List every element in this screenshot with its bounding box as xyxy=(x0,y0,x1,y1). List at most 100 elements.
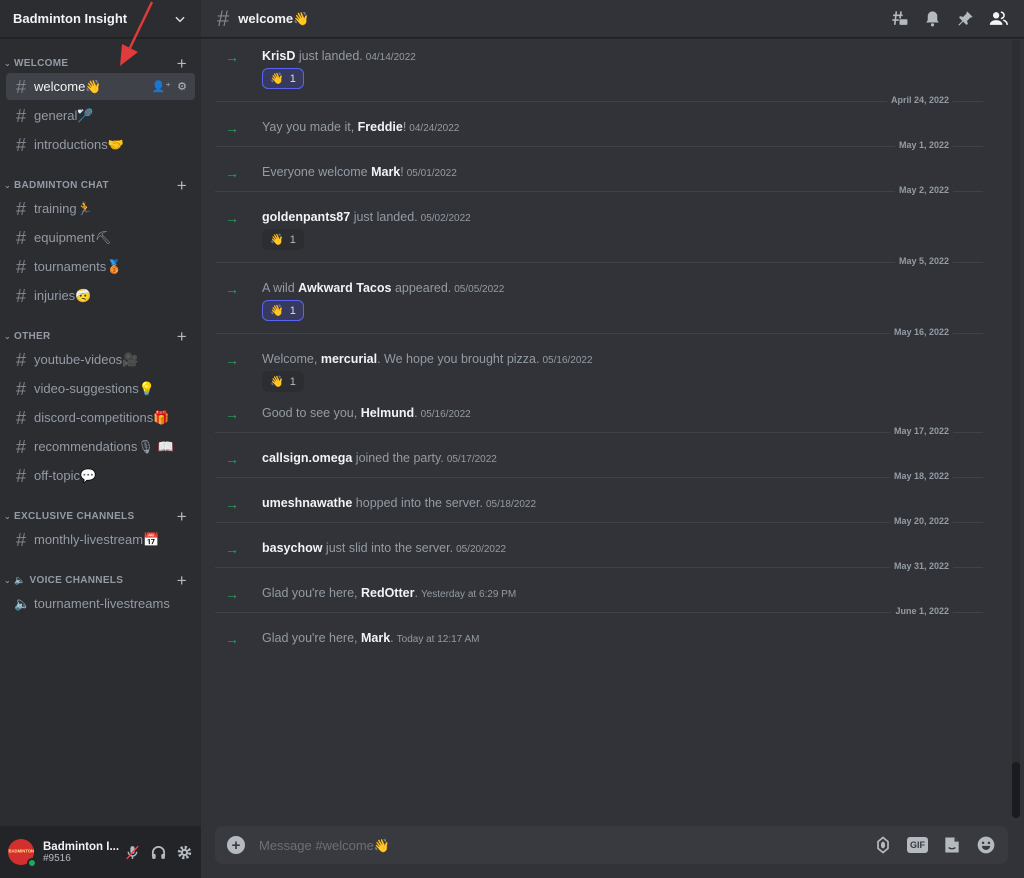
category-exclusive-channels[interactable]: ⌄ EXCLUSIVE CHANNELS + xyxy=(0,507,201,525)
user-info[interactable]: Badminton I... #9516 xyxy=(43,841,124,864)
member-list-icon[interactable] xyxy=(989,9,1008,28)
join-arrow-icon: → xyxy=(225,49,239,65)
join-arrow-icon: → xyxy=(225,210,239,226)
create-channel-button[interactable]: + xyxy=(177,508,187,525)
create-channel-button[interactable]: + xyxy=(177,177,187,194)
sidebar-channel-item[interactable]: # introductions🤝 xyxy=(6,131,195,158)
message-username[interactable]: RedOtter xyxy=(361,586,414,600)
system-message: → Yay you made it, Freddie! 04/24/2022 xyxy=(201,120,1011,136)
server-header[interactable]: Badminton Insight xyxy=(0,0,201,38)
sidebar-channel-item[interactable]: # off-topic💬 xyxy=(6,462,195,489)
message-input[interactable] xyxy=(259,837,873,853)
message-username[interactable]: umeshnawathe xyxy=(262,496,352,510)
system-message: → callsign.omega joined the party. 05/17/2… xyxy=(201,451,1011,467)
date-divider: June 1, 2022 xyxy=(215,606,983,616)
message-username[interactable]: basychow xyxy=(262,541,322,555)
category-welcome[interactable]: ⌄ WELCOME + xyxy=(0,54,201,72)
sidebar-channel-item[interactable]: 🔈 tournament-livestreams xyxy=(6,590,195,617)
sidebar-channel-item[interactable]: # welcome👋 👤⁺ ⚙ xyxy=(6,73,195,100)
message-text-pre: Glad you're here, xyxy=(262,586,361,600)
gif-button[interactable]: GIF xyxy=(907,837,928,853)
category-voice-channels[interactable]: ⌄ 🔈 VOICE CHANNELS + xyxy=(0,571,201,589)
nitro-gift-icon[interactable] xyxy=(873,835,893,855)
settings-gear-icon[interactable] xyxy=(176,844,193,861)
reaction-button[interactable]: 👋 1 xyxy=(262,229,304,250)
message-username[interactable]: Mark xyxy=(371,165,400,179)
message-username[interactable]: Awkward Tacos xyxy=(298,281,391,295)
message-username[interactable]: goldenpants87 xyxy=(262,210,350,224)
reaction-count: 1 xyxy=(289,233,296,246)
sticker-icon[interactable] xyxy=(942,835,962,855)
channel-name: recommendations🎙 📖 xyxy=(34,438,174,454)
message-timestamp: Today at 12:17 AM xyxy=(396,634,480,645)
reaction-button[interactable]: 👋 1 xyxy=(262,300,304,321)
message-username[interactable]: callsign.omega xyxy=(262,451,352,465)
sidebar-channel-item[interactable]: # tournaments🥉 xyxy=(6,253,195,280)
pinned-messages-icon[interactable] xyxy=(956,9,975,28)
scrollbar[interactable] xyxy=(1012,40,1020,818)
message-username[interactable]: mercurial xyxy=(321,352,377,366)
wave-emoji-icon: 👋 xyxy=(270,305,284,317)
channel-name: equipment⛏ xyxy=(34,229,112,245)
system-message: → Glad you're here, RedOtter. Yesterday at… xyxy=(201,586,1011,602)
system-message: → Everyone welcome Mark! 05/01/2022 xyxy=(201,165,1011,181)
notification-bell-icon[interactable] xyxy=(923,9,942,28)
date-divider-label: May 2, 2022 xyxy=(894,185,953,195)
message-timestamp: 05/16/2022 xyxy=(542,355,593,366)
hash-icon: # xyxy=(15,378,26,399)
message-username[interactable]: KrisD xyxy=(262,49,295,63)
message-text-pre: Yay you made it, xyxy=(262,120,358,134)
category-label: BADMINTON CHAT xyxy=(14,179,109,191)
hash-icon: # xyxy=(15,285,26,306)
avatar[interactable]: BADMINTON xyxy=(8,839,37,868)
server-name: Badminton Insight xyxy=(13,11,128,26)
channel-name: off-topic💬 xyxy=(34,467,97,483)
headphones-icon[interactable] xyxy=(150,844,167,861)
sidebar-channel-item[interactable]: # discord-competitions🎁 xyxy=(6,404,195,431)
sidebar-channel-item[interactable]: # equipment⛏ xyxy=(6,224,195,251)
message-username[interactable]: Mark xyxy=(361,631,390,645)
sidebar-channel-item[interactable]: # injuries🤕 xyxy=(6,282,195,309)
emoji-picker-icon[interactable] xyxy=(976,835,996,855)
date-divider: May 20, 2022 xyxy=(215,516,983,526)
system-message: → A wild Awkward Tacos appeared. 05/05/202… xyxy=(201,281,1011,321)
message-text-post: appeared. xyxy=(391,281,452,295)
invite-people-icon[interactable]: 👤⁺ xyxy=(152,80,172,93)
channel-name: discord-competitions🎁 xyxy=(34,409,170,425)
message-text-post: just slid into the server. xyxy=(322,541,454,555)
sidebar-channel-item[interactable]: # training🏃 xyxy=(6,195,195,222)
category-label: OTHER xyxy=(14,330,51,342)
create-channel-button[interactable]: + xyxy=(177,55,187,72)
add-attachment-button[interactable]: + xyxy=(227,836,245,854)
date-divider-label: May 1, 2022 xyxy=(894,140,953,150)
sidebar-channel-item[interactable]: # youtube-videos🎥 xyxy=(6,346,195,373)
sidebar-channel-item[interactable]: # general🏸 xyxy=(6,102,195,129)
category-spacer xyxy=(0,311,201,321)
channel-settings-icon[interactable]: ⚙ xyxy=(177,80,187,93)
scrollbar-thumb[interactable] xyxy=(1012,762,1020,818)
date-divider-label: June 1, 2022 xyxy=(891,606,953,616)
threads-icon[interactable] xyxy=(890,9,909,28)
mute-microphone-icon[interactable] xyxy=(124,844,141,861)
sidebar-channel-item[interactable]: # recommendations🎙 📖 xyxy=(6,433,195,460)
reaction-button[interactable]: 👋 1 xyxy=(262,371,304,392)
sidebar-channel-item[interactable]: # monthly-livestream📅 xyxy=(6,526,195,553)
chevron-down-icon[interactable] xyxy=(173,12,187,26)
category-other[interactable]: ⌄ OTHER + xyxy=(0,327,201,345)
header-toolbar xyxy=(890,9,1008,28)
date-divider-label: May 16, 2022 xyxy=(889,327,953,337)
create-channel-button[interactable]: + xyxy=(177,328,187,345)
locked-hash-icon: # xyxy=(15,529,26,550)
hash-icon: # xyxy=(15,105,26,126)
user-name: Badminton I... xyxy=(43,840,120,853)
message-username[interactable]: Freddie xyxy=(358,120,403,134)
channel-name: monthly-livestream📅 xyxy=(34,531,160,547)
composer-tools: GIF xyxy=(873,835,996,855)
reaction-button[interactable]: 👋 1 xyxy=(262,68,304,89)
message-timestamp: 05/16/2022 xyxy=(420,409,471,420)
create-channel-button[interactable]: + xyxy=(177,572,187,589)
message-username[interactable]: Helmund xyxy=(361,406,414,420)
category-badminton-chat[interactable]: ⌄ BADMINTON CHAT + xyxy=(0,176,201,194)
sidebar-channel-item[interactable]: # video-suggestions💡 xyxy=(6,375,195,402)
message-text-post: joined the party. xyxy=(352,451,444,465)
